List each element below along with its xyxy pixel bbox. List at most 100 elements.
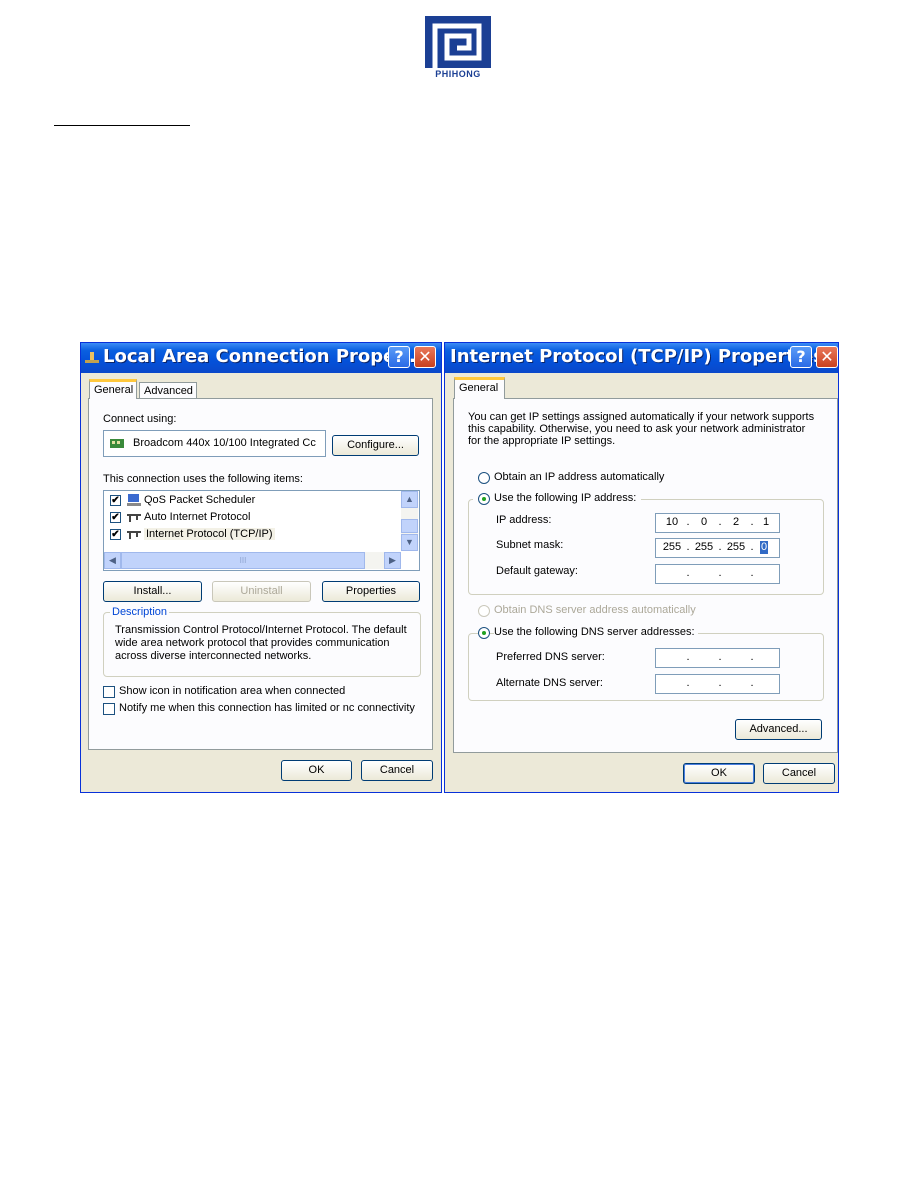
ip-octet: 2 [732,516,740,528]
ip-octet: 1 [762,516,770,528]
preferred-dns-input[interactable]: . . . [655,648,780,668]
close-button[interactable]: ✕ [414,346,436,368]
window-title: Internet Protocol (TCP/IP) Properties [450,346,824,367]
tab-general[interactable]: General [89,379,137,399]
default-gateway-label: Default gateway: [496,565,578,577]
obtain-dns-radio[interactable] [478,605,490,617]
components-list-body: ✔ QoS Packet Scheduler ✔ Auto Internet P… [104,491,401,551]
logo-text: PHIHONG [435,69,481,79]
horizontal-scrollbar[interactable]: ◀ III ▶ [104,552,401,569]
vertical-scrollbar[interactable]: ▲ ▼ [401,491,418,551]
ip-dot: . [718,567,722,579]
advanced-button[interactable]: Advanced... [735,719,822,740]
description-text: Transmission Control Protocol/Internet P… [115,624,407,662]
list-item[interactable]: ✔ QoS Packet Scheduler [104,493,401,509]
ip-dot: . [750,567,754,579]
cancel-button[interactable]: Cancel [361,760,433,781]
ip-dot: . [750,541,754,553]
cancel-button[interactable]: Cancel [763,763,835,784]
ok-button[interactable]: OK [281,760,352,781]
adapter-name: Broadcom 440x 10/100 Integrated Cc [133,437,316,449]
general-panel: Connect using: Broadcom 440x 10/100 Inte… [88,398,433,750]
close-button[interactable]: ✕ [816,346,838,368]
help-button[interactable]: ? [388,346,410,368]
intro-text: You can get IP settings assigned automat… [468,411,815,447]
ok-button[interactable]: OK [683,763,755,784]
scroll-down-arrow-icon[interactable]: ▼ [401,534,418,551]
tab-general[interactable]: General [454,377,505,399]
item-checkbox[interactable]: ✔ [110,512,121,523]
ip-dot: . [686,651,690,663]
ip-address-label: IP address: [496,514,552,526]
notify-checkbox[interactable] [103,703,115,715]
default-gateway-input[interactable]: . . . [655,564,780,584]
obtain-ip-label[interactable]: Obtain an IP address automatically [494,471,664,483]
ip-dot: . [750,677,754,689]
qos-scheduler-icon [127,494,141,506]
title-bar[interactable]: Internet Protocol (TCP/IP) Properties ? … [445,343,838,373]
ip-dot: . [750,651,754,663]
preferred-dns-label: Preferred DNS server: [496,651,605,663]
properties-button[interactable]: Properties [322,581,420,602]
ip-octet: 255 [726,541,746,553]
item-checkbox[interactable]: ✔ [110,495,121,506]
protocol-icon [127,531,141,539]
ip-octet-selected: 0 [760,541,768,554]
tcpip-properties-dialog: Internet Protocol (TCP/IP) Properties ? … [444,342,839,793]
ip-octet: 10 [665,516,679,528]
uninstall-button[interactable]: Uninstall [212,581,311,602]
dns-group: Preferred DNS server: . . . Alternate DN… [468,633,824,701]
obtain-ip-radio[interactable] [478,472,490,484]
scroll-left-arrow-icon[interactable]: ◀ [104,552,121,569]
connect-using-label: Connect using: [103,413,177,425]
item-label: Internet Protocol (TCP/IP) [144,528,275,540]
general-panel: You can get IP settings assigned automat… [453,398,838,753]
ip-dot: . [718,677,722,689]
window-title: Local Area Connection Prope... [103,346,416,367]
use-ip-radio[interactable] [478,493,490,505]
scroll-thumb[interactable] [401,519,418,533]
help-button[interactable]: ? [790,346,812,368]
static-ip-group: IP address: 10 . 0 . 2 . 1 Subnet mask: … [468,492,824,595]
list-item-selected[interactable]: ✔ Internet Protocol (TCP/IP) [104,527,401,543]
notify-label[interactable]: Notify me when this connection has limit… [119,702,415,714]
show-icon-label[interactable]: Show icon in notification area when conn… [119,685,345,697]
ip-dot: . [686,567,690,579]
ip-octet: 0 [700,516,708,528]
protocol-icon [127,514,141,522]
components-list: ✔ QoS Packet Scheduler ✔ Auto Internet P… [103,490,420,571]
network-adapter-icon [110,439,124,448]
description-group: Description Transmission Control Protoco… [103,606,421,677]
tab-advanced[interactable]: Advanced [139,382,197,399]
scroll-up-arrow-icon[interactable]: ▲ [401,491,418,508]
heading-underline [54,125,190,126]
scroll-thumb[interactable]: III [121,552,365,569]
use-ip-label[interactable]: Use the following IP address: [494,492,640,504]
alternate-dns-input[interactable]: . . . [655,674,780,694]
description-legend: Description [110,606,170,618]
ip-address-input[interactable]: 10 . 0 . 2 . 1 [655,513,780,533]
scroll-right-arrow-icon[interactable]: ▶ [384,552,401,569]
item-label: QoS Packet Scheduler [144,494,256,506]
ip-octet: 255 [662,541,682,553]
items-label: This connection uses the following items… [103,473,303,485]
ip-octet: 255 [694,541,714,553]
use-dns-label[interactable]: Use the following DNS server addresses: [494,626,698,638]
list-item[interactable]: ✔ Auto Internet Protocol [104,510,401,526]
use-dns-radio[interactable] [478,627,490,639]
item-label: Auto Internet Protocol [144,511,251,523]
install-button[interactable]: Install... [103,581,202,602]
item-checkbox[interactable]: ✔ [110,529,121,540]
ip-dot: . [718,651,722,663]
subnet-mask-input[interactable]: 255 . 255 . 255 . 0 [655,538,780,558]
title-bar[interactable]: Local Area Connection Prope... ? ✕ [81,343,441,373]
adapter-field: Broadcom 440x 10/100 Integrated Cc [103,430,326,457]
configure-button[interactable]: Configure... [332,435,419,456]
show-icon-checkbox[interactable] [103,686,115,698]
local-area-connection-dialog: Local Area Connection Prope... ? ✕ Gener… [80,342,442,793]
subnet-mask-label: Subnet mask: [496,539,564,551]
ip-dot: . [686,677,690,689]
alternate-dns-label: Alternate DNS server: [496,677,603,689]
obtain-dns-label[interactable]: Obtain DNS server address automatically [494,604,696,616]
network-connection-icon [85,352,99,363]
